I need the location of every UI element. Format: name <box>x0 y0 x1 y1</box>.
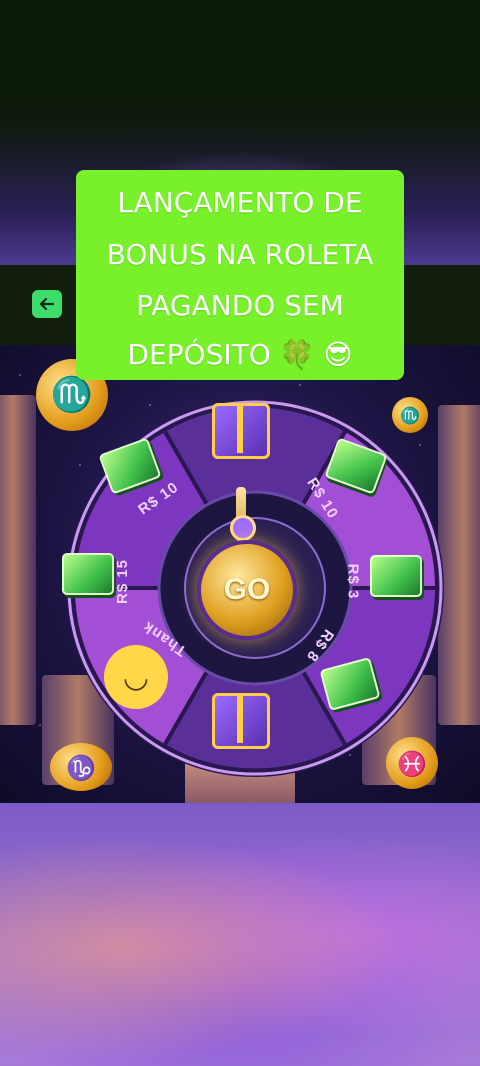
go-label: GO <box>223 573 271 606</box>
cash-icon <box>370 555 422 597</box>
arrow-left-icon <box>39 297 55 311</box>
bottom-background <box>0 803 480 1066</box>
back-button[interactable] <box>32 290 62 318</box>
caption-line: BONUS NA ROLETA <box>106 238 374 271</box>
gift-icon <box>212 403 270 459</box>
caption-line: PAGANDO SEM <box>136 289 344 322</box>
right-pillar <box>438 405 480 725</box>
left-pillar <box>0 395 36 725</box>
roulette-scene: ♏ ♏ ♑ ♓ R$ 10 R$ 10 R$ 15 R$ 3 Thank R$ … <box>0 345 480 803</box>
smile-icon: ◡ <box>104 645 168 709</box>
pointer-gem <box>230 515 256 541</box>
go-button[interactable]: GO <box>197 540 297 640</box>
gift-icon <box>212 693 270 749</box>
caption-line: DEPÓSITO 🍀 😎 <box>127 338 353 371</box>
prize-label: R$ 15 <box>114 558 132 605</box>
caption-line: LANÇAMENTO DE <box>117 186 363 219</box>
prize-label: R$ 3 <box>344 563 362 600</box>
cash-icon <box>62 553 114 595</box>
